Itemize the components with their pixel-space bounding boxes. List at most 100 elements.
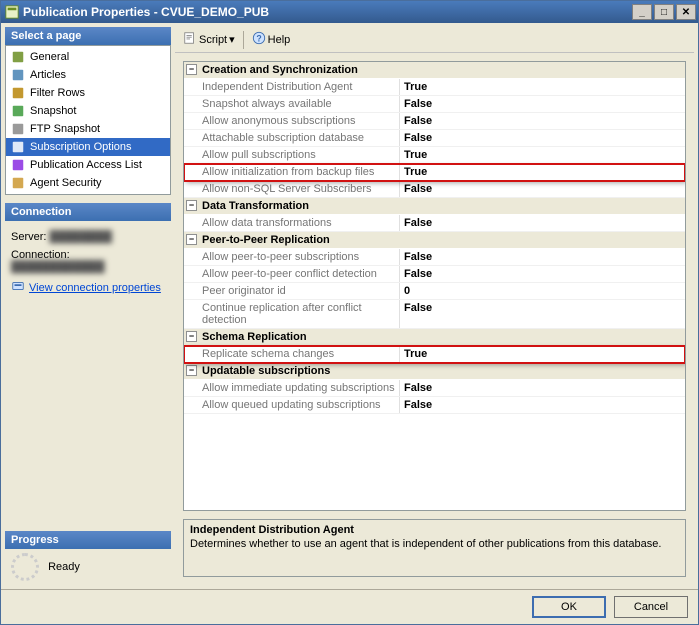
property-value[interactable]: True xyxy=(400,79,685,95)
left-panel: Select a page General Articles Filter Rows… xyxy=(5,27,171,585)
property-row[interactable]: Allow immediate updating subscriptionsFa… xyxy=(184,380,685,397)
page-icon xyxy=(10,139,26,155)
property-value[interactable]: False xyxy=(400,113,685,129)
page-icon xyxy=(10,49,26,65)
property-row[interactable]: Allow peer-to-peer subscriptionsFalse xyxy=(184,249,685,266)
cancel-button[interactable]: Cancel xyxy=(614,596,688,618)
script-button[interactable]: Script ▾ xyxy=(179,29,239,50)
property-label: Attachable subscription database xyxy=(184,130,400,146)
connection-value: ████████████ xyxy=(11,261,105,273)
page-icon xyxy=(10,157,26,173)
server-label: Server: xyxy=(11,231,46,243)
page-item-filter-rows[interactable]: Filter Rows xyxy=(6,84,170,102)
property-value[interactable]: False xyxy=(400,130,685,146)
svg-text:?: ? xyxy=(256,34,261,44)
property-value[interactable]: True xyxy=(400,147,685,163)
collapse-icon[interactable]: − xyxy=(186,365,197,376)
page-label: Articles xyxy=(30,69,66,81)
maximize-button[interactable]: □ xyxy=(654,4,674,20)
property-grid[interactable]: −Creation and SynchronizationIndependent… xyxy=(183,61,686,511)
page-label: Subscription Options xyxy=(30,141,132,153)
ok-button[interactable]: OK xyxy=(532,596,606,618)
property-value[interactable]: True xyxy=(400,164,685,180)
category-label: Creation and Synchronization xyxy=(202,64,358,76)
page-item-publication-access-list[interactable]: Publication Access List xyxy=(6,156,170,174)
category-label: Peer-to-Peer Replication xyxy=(202,234,330,246)
collapse-icon[interactable]: − xyxy=(186,200,197,211)
progress-body: Ready xyxy=(5,549,171,585)
description-title: Independent Distribution Agent xyxy=(190,524,679,536)
help-button[interactable]: ? Help xyxy=(248,29,295,50)
window-title: Publication Properties - CVUE_DEMO_PUB xyxy=(23,5,632,19)
view-connection-link[interactable]: View connection properties xyxy=(11,279,161,296)
collapse-icon[interactable]: − xyxy=(186,234,197,245)
property-row[interactable]: Continue replication after conflict dete… xyxy=(184,300,685,329)
page-label: Snapshot xyxy=(30,105,76,117)
property-label: Snapshot always available xyxy=(184,96,400,112)
connection-header: Connection xyxy=(5,203,171,221)
property-value[interactable]: False xyxy=(400,380,685,396)
property-category[interactable]: −Peer-to-Peer Replication xyxy=(184,232,685,249)
category-label: Data Transformation xyxy=(202,200,309,212)
page-label: Filter Rows xyxy=(30,87,85,99)
collapse-icon[interactable]: − xyxy=(186,331,197,342)
property-value[interactable]: False xyxy=(400,96,685,112)
description-text: Determines whether to use an agent that … xyxy=(190,538,679,550)
page-icon xyxy=(10,103,26,119)
property-value[interactable]: False xyxy=(400,215,685,231)
property-value[interactable]: False xyxy=(400,181,685,197)
property-value[interactable]: False xyxy=(400,397,685,413)
page-item-general[interactable]: General xyxy=(6,48,170,66)
property-row[interactable]: Attachable subscription databaseFalse xyxy=(184,130,685,147)
property-label: Allow data transformations xyxy=(184,215,400,231)
page-label: Agent Security xyxy=(30,177,102,189)
property-category[interactable]: −Schema Replication xyxy=(184,329,685,346)
property-row[interactable]: Allow initialization from backup filesTr… xyxy=(184,164,685,181)
property-label: Continue replication after conflict dete… xyxy=(184,300,400,328)
property-category[interactable]: −Data Transformation xyxy=(184,198,685,215)
property-row[interactable]: Allow peer-to-peer conflict detectionFal… xyxy=(184,266,685,283)
page-item-snapshot[interactable]: Snapshot xyxy=(6,102,170,120)
server-value: ████████ xyxy=(50,231,112,243)
select-page-header: Select a page xyxy=(5,27,171,45)
property-row[interactable]: Independent Distribution AgentTrue xyxy=(184,79,685,96)
property-value[interactable]: False xyxy=(400,266,685,282)
page-icon xyxy=(10,121,26,137)
minimize-button[interactable]: _ xyxy=(632,4,652,20)
titlebar[interactable]: Publication Properties - CVUE_DEMO_PUB _… xyxy=(1,1,698,23)
page-icon xyxy=(10,175,26,191)
property-category[interactable]: −Updatable subscriptions xyxy=(184,363,685,380)
spinner-icon xyxy=(11,553,39,581)
dialog-buttons: OK Cancel xyxy=(1,589,698,624)
property-value[interactable]: False xyxy=(400,300,685,328)
property-row[interactable]: Allow queued updating subscriptionsFalse xyxy=(184,397,685,414)
page-label: FTP Snapshot xyxy=(30,123,100,135)
property-row[interactable]: Allow data transformationsFalse xyxy=(184,215,685,232)
property-label: Allow anonymous subscriptions xyxy=(184,113,400,129)
page-item-agent-security[interactable]: Agent Security xyxy=(6,174,170,192)
property-row[interactable]: Allow anonymous subscriptionsFalse xyxy=(184,113,685,130)
property-row[interactable]: Peer originator id0 xyxy=(184,283,685,300)
page-item-subscription-options[interactable]: Subscription Options xyxy=(6,138,170,156)
progress-status: Ready xyxy=(48,561,80,573)
property-label: Allow pull subscriptions xyxy=(184,147,400,163)
property-row[interactable]: Allow non-SQL Server SubscribersFalse xyxy=(184,181,685,198)
property-label: Allow queued updating subscriptions xyxy=(184,397,400,413)
property-category[interactable]: −Creation and Synchronization xyxy=(184,62,685,79)
property-label: Independent Distribution Agent xyxy=(184,79,400,95)
page-item-ftp-snapshot[interactable]: FTP Snapshot xyxy=(6,120,170,138)
close-button[interactable]: ✕ xyxy=(676,4,696,20)
collapse-icon[interactable]: − xyxy=(186,64,197,75)
page-item-articles[interactable]: Articles xyxy=(6,66,170,84)
property-row[interactable]: Snapshot always availableFalse xyxy=(184,96,685,113)
property-label: Allow peer-to-peer conflict detection xyxy=(184,266,400,282)
property-label: Allow immediate updating subscriptions xyxy=(184,380,400,396)
property-value[interactable]: True xyxy=(400,346,685,362)
connection-icon xyxy=(11,279,25,296)
property-row[interactable]: Replicate schema changesTrue xyxy=(184,346,685,363)
page-list: General Articles Filter Rows Snapshot FTP Sn… xyxy=(5,45,171,195)
property-row[interactable]: Allow pull subscriptionsTrue xyxy=(184,147,685,164)
category-label: Updatable subscriptions xyxy=(202,365,330,377)
property-value[interactable]: False xyxy=(400,249,685,265)
property-value[interactable]: 0 xyxy=(400,283,685,299)
